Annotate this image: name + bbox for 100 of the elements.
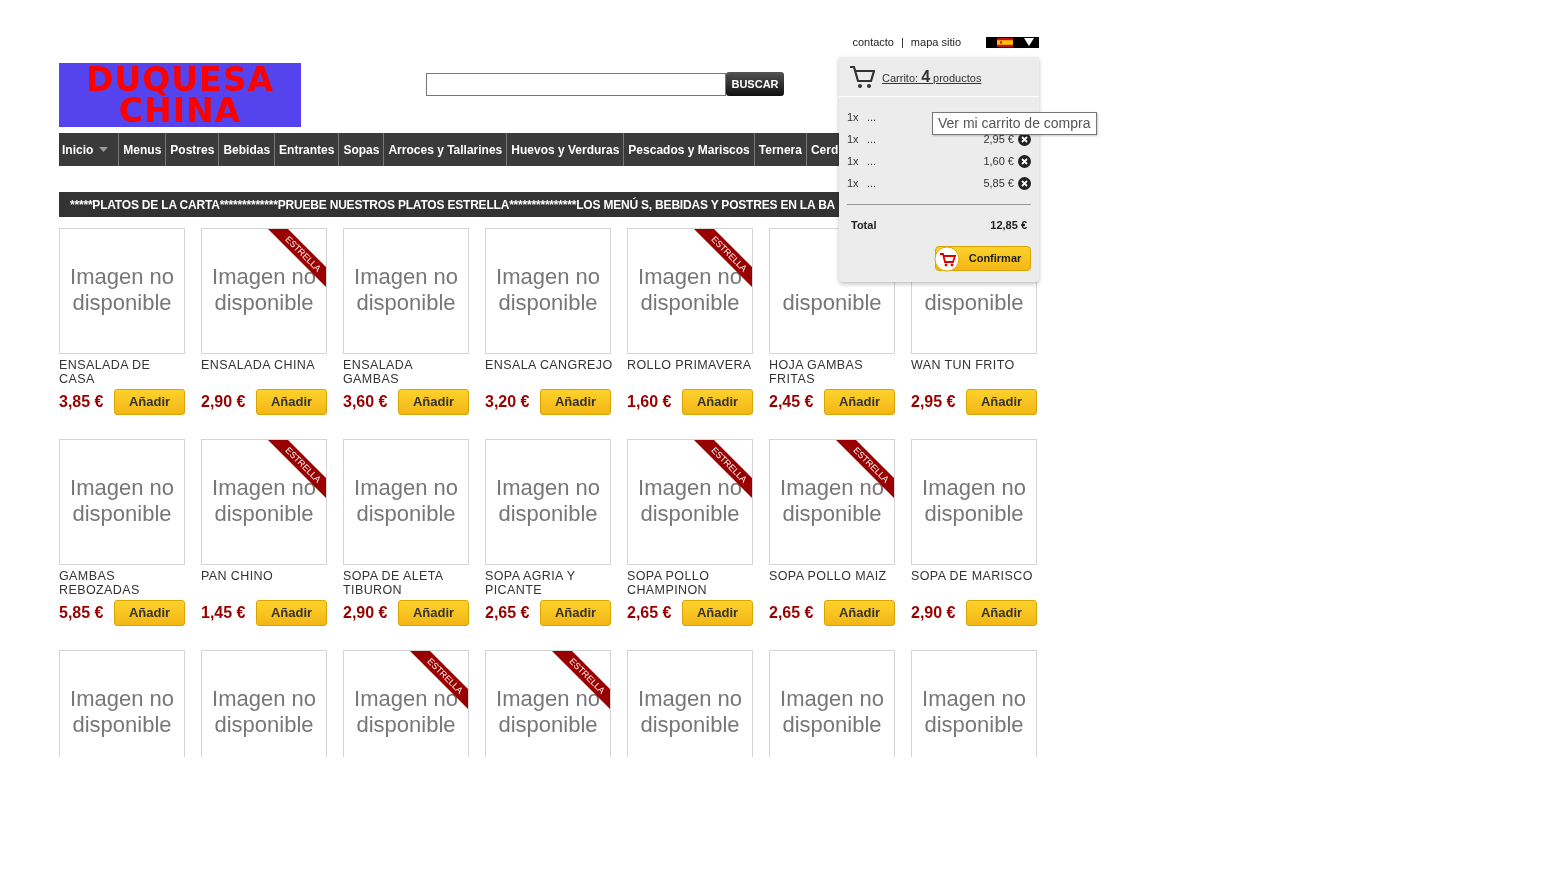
nav-item[interactable]: Bebidas xyxy=(219,133,276,166)
placeholder-text: disponible xyxy=(782,290,882,316)
product-name: ROLLO PRIMAVERA xyxy=(627,358,753,374)
product-price: 2,90 € xyxy=(201,392,246,412)
product-name: WAN TUN FRITO xyxy=(911,358,1016,374)
placeholder-text: disponible xyxy=(72,712,172,738)
logo-text: DUQUESA xyxy=(86,64,274,95)
item-quantity: 1x xyxy=(847,175,860,191)
search-button[interactable]: BUSCAR xyxy=(726,72,784,96)
add-button[interactable]: Añadir xyxy=(256,600,327,626)
product-price: 2,45 € xyxy=(769,392,814,412)
placeholder-text: Imagen no xyxy=(70,686,174,712)
product-name: SOPA POLLO CHAMPINON xyxy=(627,569,711,599)
product-name: ENSALA CANGREJO xyxy=(485,358,613,374)
item-name: ... xyxy=(867,109,877,125)
add-button[interactable]: Añadir xyxy=(114,600,185,626)
placeholder-text: Imagen no xyxy=(922,475,1026,501)
total-label: Total xyxy=(851,218,877,233)
add-button[interactable]: Añadir xyxy=(824,600,895,626)
banner-text: *****PLATOS DE LA CARTA*************PRUEBE NUESTROS PLATOS ESTRELLA***************LOS MENÚ S, BEBIDAS Y POSTRES EN LA BA xyxy=(70,196,836,214)
placeholder-text: disponible xyxy=(640,501,740,527)
product-price: 2,90 € xyxy=(911,603,956,623)
item-name: ... xyxy=(867,153,877,169)
placeholder-text: Imagen no xyxy=(638,686,742,712)
product-name: ENSALADA CHINA xyxy=(201,358,316,374)
search-field[interactable] xyxy=(426,72,726,96)
header-link[interactable]: contacto xyxy=(852,33,894,51)
item-quantity: 1x xyxy=(847,131,860,147)
header-link[interactable]: mapa sitio xyxy=(910,33,961,51)
placeholder-text: disponible xyxy=(640,290,740,316)
placeholder-text: Imagen no xyxy=(70,264,174,290)
item-quantity: 1x xyxy=(847,153,860,169)
cart-icon xyxy=(849,64,875,89)
nav-item[interactable]: Menus xyxy=(119,133,167,166)
placeholder-text: Imagen no xyxy=(354,264,458,290)
nav-item[interactable]: Ternera xyxy=(754,133,807,166)
nav-item[interactable]: Sopas xyxy=(339,133,385,166)
add-button[interactable]: Añadir xyxy=(682,600,753,626)
remove-icon[interactable] xyxy=(1018,154,1031,168)
nav-item[interactable]: Pescados y Mariscos xyxy=(624,133,755,166)
add-button[interactable]: Añadir xyxy=(114,389,185,415)
placeholder-text: disponible xyxy=(782,712,882,738)
placeholder-text: disponible xyxy=(214,290,314,316)
placeholder-text: Imagen no xyxy=(70,475,174,501)
product-name: SOPA DE ALETA TIBURON xyxy=(343,569,444,599)
item-quantity: 1x xyxy=(847,109,860,125)
add-button[interactable]: Añadir xyxy=(398,600,469,626)
item-name: ... xyxy=(867,175,877,191)
add-button[interactable]: Añadir xyxy=(540,389,611,415)
placeholder-text: Imagen no xyxy=(780,686,884,712)
product-name: SOPA POLLO MAIZ xyxy=(769,569,888,585)
caret-icon xyxy=(1024,38,1034,46)
product-name: SOPA DE MARISCO xyxy=(911,569,1034,585)
nav-item[interactable]: Entrantes xyxy=(275,133,340,166)
product-name: SOPA AGRIA Y PICANTE xyxy=(485,569,577,599)
placeholder-text: disponible xyxy=(782,501,882,527)
add-button[interactable]: Añadir xyxy=(682,389,753,415)
remove-icon[interactable] xyxy=(1018,176,1031,190)
product-name: ENSALADA GAMBAS xyxy=(343,358,414,388)
item-price: 5,85 € xyxy=(983,175,1014,191)
add-button[interactable]: Añadir xyxy=(256,389,327,415)
product-price: 2,65 € xyxy=(627,603,672,623)
product-price: 5,85 € xyxy=(59,603,104,623)
product-price: 3,60 € xyxy=(343,392,388,412)
add-button[interactable]: Añadir xyxy=(966,600,1037,626)
product-name: PAN CHINO xyxy=(201,569,275,585)
confirm-button[interactable]: Confirmar xyxy=(935,245,1031,271)
add-button[interactable]: Añadir xyxy=(966,389,1037,415)
placeholder-text: disponible xyxy=(356,712,456,738)
placeholder-text: disponible xyxy=(924,290,1024,316)
product-price: 2,95 € xyxy=(911,392,956,412)
placeholder-text: disponible xyxy=(72,290,172,316)
logo-text: CHINA xyxy=(118,95,242,126)
nav-item[interactable]: Arroces y Tallarines xyxy=(384,133,508,166)
placeholder-text: Imagen no xyxy=(212,686,316,712)
placeholder-text: disponible xyxy=(924,712,1024,738)
flag-icon xyxy=(997,37,1013,47)
placeholder-text: disponible xyxy=(214,712,314,738)
placeholder-text: disponible xyxy=(356,290,456,316)
nav-item[interactable]: Inicio xyxy=(59,133,120,166)
product-price: 3,20 € xyxy=(485,392,530,412)
add-button[interactable]: Añadir xyxy=(824,389,895,415)
product-price: 3,85 € xyxy=(59,392,104,412)
cart-link[interactable]: Carrito: 4 productos xyxy=(882,64,982,89)
item-price: 1,60 € xyxy=(983,153,1014,169)
link-separator: | xyxy=(901,34,904,50)
language-selector[interactable] xyxy=(986,36,1039,48)
placeholder-text: disponible xyxy=(498,290,598,316)
add-button[interactable]: Añadir xyxy=(398,389,469,415)
placeholder-text: Imagen no xyxy=(354,475,458,501)
placeholder-text: disponible xyxy=(214,501,314,527)
placeholder-text: Imagen no xyxy=(496,475,600,501)
nav-item[interactable]: Postres xyxy=(166,133,220,166)
nav-item[interactable]: Huevos y Verduras xyxy=(507,133,625,166)
total-value: 12,85 € xyxy=(990,218,1027,233)
product-price: 2,90 € xyxy=(343,603,388,623)
placeholder-text: disponible xyxy=(640,712,740,738)
placeholder-text: disponible xyxy=(924,501,1024,527)
placeholder-text: disponible xyxy=(356,501,456,527)
add-button[interactable]: Añadir xyxy=(540,600,611,626)
